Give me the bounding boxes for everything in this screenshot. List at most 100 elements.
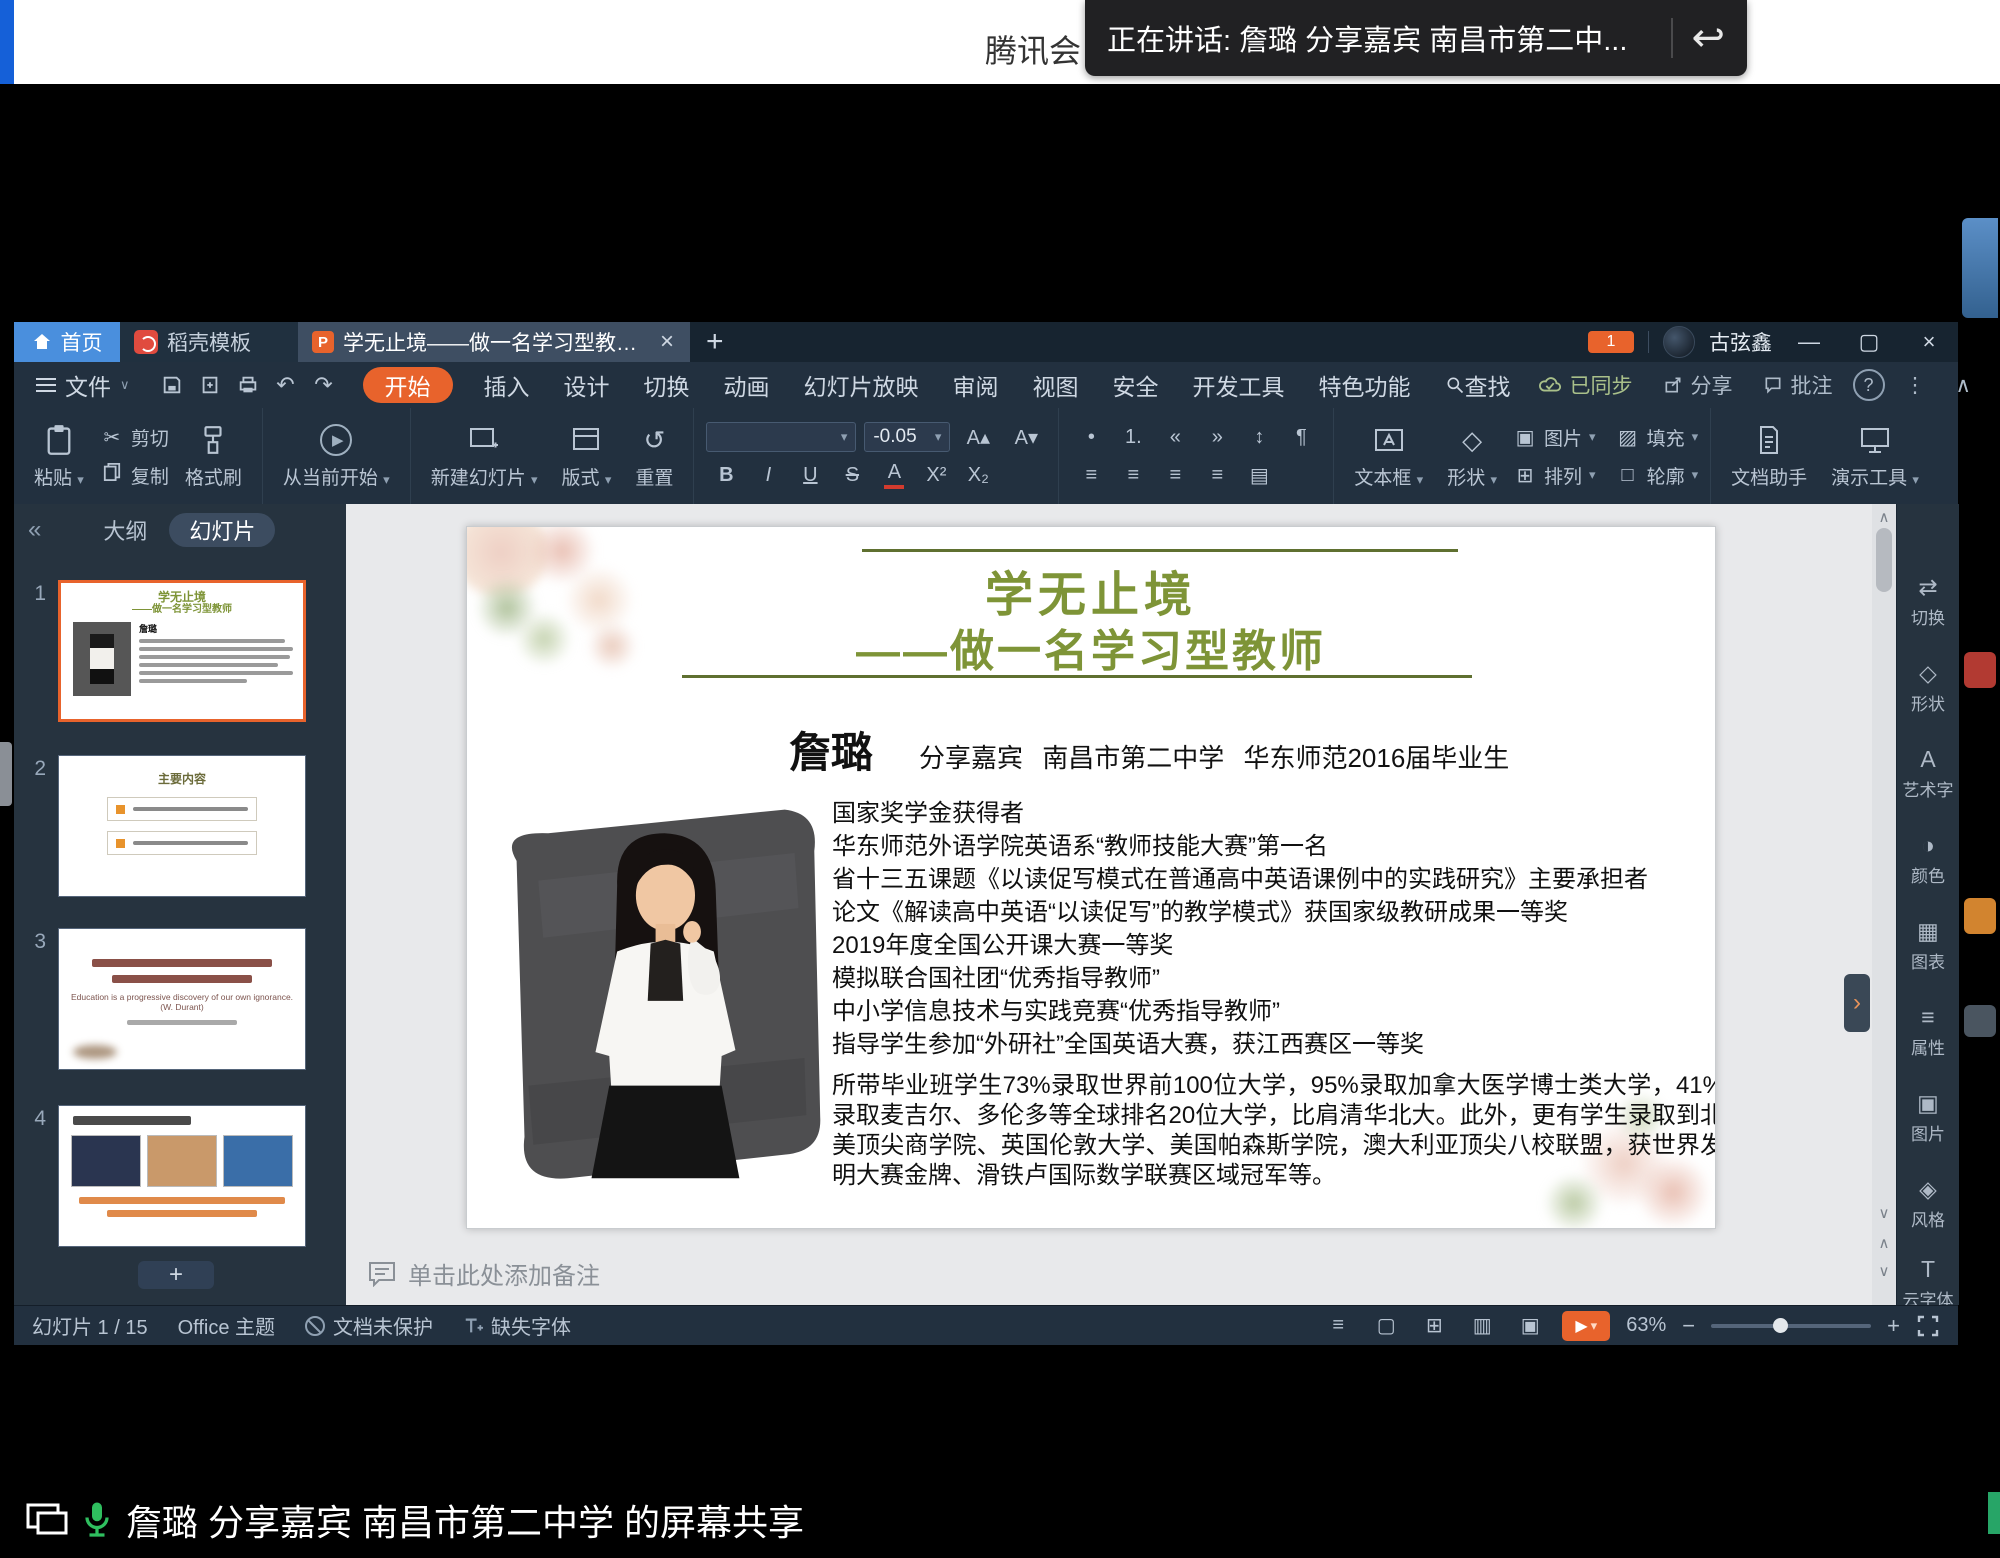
scrollbar-thumb[interactable] [1876,528,1892,592]
view-sorter-button[interactable]: ⊞ [1418,1311,1450,1341]
cut-button[interactable]: ✂ 剪切 [100,422,169,452]
fill-button[interactable]: ▨ 填充 ▾ [1616,422,1699,452]
menu-view[interactable]: 视图 [1016,362,1096,408]
font-size-input[interactable]: -0.05▾ [864,422,950,452]
notification-badge[interactable]: 1 [1588,331,1634,353]
menu-transitions[interactable]: 切换 [627,362,707,408]
sidebar-item-shapes[interactable]: ◇ 形状 [1897,660,1959,715]
add-slide-button[interactable]: + [138,1261,214,1289]
font-name-input[interactable]: ▾ [706,422,856,452]
outline-button[interactable]: □ 轮廓 ▾ [1616,460,1699,490]
paragraph-mark-button[interactable]: ¶ [1281,422,1321,452]
tab-document[interactable]: P 学无止境——做一名学习型教师 詹璐 × [298,322,690,362]
underline-button[interactable]: U [790,460,830,490]
layout-button[interactable]: 版式 ▾ [554,422,620,490]
user-avatar[interactable] [1663,326,1695,358]
sync-status[interactable]: 已同步 [1528,370,1643,400]
superscript-button[interactable]: X² [916,460,956,490]
sidebar-item-color[interactable]: ◑ 颜色 [1897,832,1959,887]
collapse-panel-icon[interactable]: « [14,516,55,544]
zoom-in-button[interactable]: + [1887,1313,1900,1339]
sidebar-item-image[interactable]: ▣ 图片 [1897,1090,1959,1145]
paste-button[interactable]: 粘贴 ▾ [26,422,92,490]
slide-canvas[interactable]: 学无止境 ——做一名学习型教师 詹璐 分享嘉宾 南昌市第二中学 华东师范2016… [466,526,1716,1229]
align-center-button[interactable]: ≡ [1113,460,1153,490]
vertical-scrollbar[interactable]: ∧ ∨ ∧ ∨ [1872,504,1896,1305]
slide-thumbnail-1[interactable]: 学无止境 ——做一名学习型教师 詹璐 [58,580,306,722]
play-from-current-button[interactable]: ▶ 从当前开始 ▾ [275,422,398,490]
doc-assistant-button[interactable]: 文档助手 [1723,422,1815,490]
tab-home[interactable]: 首页 [14,322,120,362]
tab-outline[interactable]: 大纲 [103,514,147,546]
align-right-button[interactable]: ≡ [1155,460,1195,490]
close-tab-icon[interactable]: × [658,328,676,356]
redo-button[interactable]: ↷ [307,368,341,402]
save-button[interactable] [155,368,189,402]
achievement-list[interactable]: 国家奖学金获得者 华东师范外语学院英语系“教师技能大赛”第一名 省十三五课题《以… [832,797,1716,1061]
present-tools-button[interactable]: 演示工具 ▾ [1823,422,1927,490]
menu-insert[interactable]: 插入 [467,362,547,408]
zoom-slider-knob[interactable] [1773,1318,1788,1333]
maximize-button[interactable]: ▢ [1846,322,1892,362]
scroll-up-icon[interactable]: ∧ [1872,508,1896,526]
results-paragraph[interactable]: 所带毕业班学生73%录取世界前100位大学，95%录取加拿大医学博士类大学，41… [832,1071,1716,1191]
view-columns-button[interactable]: ▥ [1466,1311,1498,1341]
new-slide-button[interactable]: 新建幻灯片 ▾ [423,422,546,490]
more-menu-icon[interactable]: ⋮ [1895,373,1936,398]
textbox-button[interactable]: 文本框 ▾ [1346,422,1431,490]
zoom-slider[interactable] [1711,1324,1871,1328]
shrink-font-button[interactable]: A▾ [1006,422,1046,452]
help-icon[interactable]: ? [1853,369,1885,401]
outdent-button[interactable]: « [1155,422,1195,452]
menu-animation[interactable]: 动画 [707,362,787,408]
comment-button[interactable]: 批注 [1753,370,1843,400]
print-button[interactable] [231,368,265,402]
menu-devtools[interactable]: 开发工具 [1176,362,1302,408]
shapes-button[interactable]: ◇ 形状 ▾ [1439,422,1505,490]
menu-features[interactable]: 特色功能 [1302,362,1428,408]
undo-button[interactable]: ↶ [269,368,303,402]
slide-thumbnail-2[interactable]: 主要内容 [58,755,306,897]
font-color-button[interactable]: A [874,460,914,490]
menu-design[interactable]: 设计 [547,362,627,408]
microphone-icon[interactable] [82,1500,112,1540]
pane-handle[interactable]: › [1844,974,1870,1032]
protection-status[interactable]: 文档未保护 [305,1311,433,1340]
sidebar-item-wordart[interactable]: A 艺术字 [1897,746,1959,801]
sidebar-item-chart[interactable]: ▦ 图表 [1897,918,1959,973]
slideshow-play-button[interactable]: ▶▾ [1562,1311,1610,1341]
sidebar-item-transition[interactable]: ⇄ 切换 [1897,574,1959,629]
subscript-button[interactable]: X₂ [958,460,998,490]
minimize-button[interactable]: — [1786,322,1832,362]
copy-button[interactable]: 复制 [100,460,169,490]
slide-thumbnail-4[interactable] [58,1105,306,1247]
numbering-button[interactable]: 1. [1113,422,1153,452]
previous-slide-icon[interactable]: ∧ [1872,1234,1896,1252]
view-slide-button[interactable]: ▢ [1370,1311,1402,1341]
bullets-button[interactable]: • [1071,422,1111,452]
sidebar-item-style[interactable]: ◈ 风格 [1897,1176,1959,1231]
reply-arrow-icon[interactable]: ↩ [1691,18,1725,58]
slide-title-line2[interactable]: ——做一名学习型教师 [467,615,1715,679]
scroll-down-icon[interactable]: ∨ [1872,1204,1896,1222]
close-window-button[interactable]: × [1906,322,1952,362]
menu-review[interactable]: 审阅 [936,362,1016,408]
arrange-button[interactable]: ⊞ 排列 ▾ [1513,460,1596,490]
menu-find[interactable]: 查找 [1428,362,1528,408]
sidebar-item-properties[interactable]: ≡ 属性 [1897,1004,1959,1059]
bold-button[interactable]: B [706,460,746,490]
fullscreen-icon[interactable] [1916,1314,1940,1338]
menu-start-tab[interactable]: 开始 [363,367,453,403]
zoom-out-button[interactable]: − [1682,1313,1695,1339]
italic-button[interactable]: I [748,460,788,490]
view-reading-button[interactable]: ▣ [1514,1311,1546,1341]
next-slide-icon[interactable]: ∨ [1872,1262,1896,1280]
export-button[interactable] [193,368,227,402]
strikethrough-button[interactable]: S [832,460,872,490]
indent-button[interactable]: » [1197,422,1237,452]
picture-button[interactable]: ▣ 图片 ▾ [1513,422,1596,452]
missing-fonts-status[interactable]: 缺失字体 [463,1311,571,1340]
notes-placeholder[interactable]: 单击此处添加备注 [368,1256,600,1291]
tab-slides[interactable]: 幻灯片 [169,513,275,547]
menu-file[interactable]: 文件 ∨ [14,362,147,408]
